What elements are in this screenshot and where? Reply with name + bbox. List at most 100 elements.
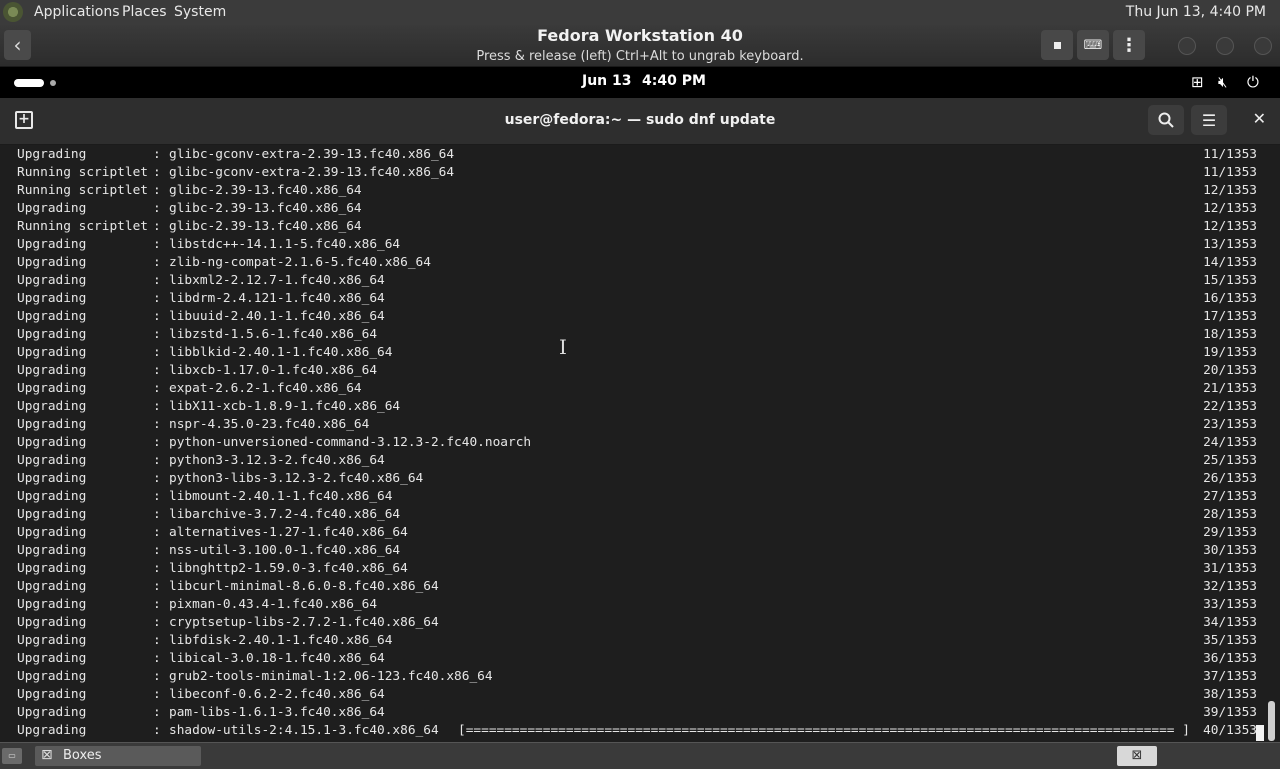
terminal-line: Upgrading: python3-libs-3.12.3-2.fc40.x86…	[17, 470, 1257, 488]
line-package: python3-3.12.3-2.fc40.x86_64	[169, 453, 385, 468]
line-package: libical-3.0.18-1.fc40.x86_64	[169, 651, 385, 666]
taskbar-item-boxes[interactable]: ⊠ Boxes	[35, 746, 201, 766]
system-menu[interactable]: System	[174, 4, 226, 20]
host-clock[interactable]: Thu Jun 13, 4:40 PM	[1126, 4, 1266, 20]
line-package: libnghttp2-1.59.0-3.fc40.x86_64	[169, 561, 408, 576]
line-count: 18/1353	[1203, 327, 1257, 342]
line-package: alternatives-1.27-1.fc40.x86_64	[169, 525, 408, 540]
power-icon[interactable]: ⏻	[1247, 73, 1259, 91]
minimize-button[interactable]	[1178, 37, 1196, 55]
line-separator: :	[153, 705, 161, 720]
terminal-line: Upgrading: shadow-utils-2:4.15.1-3.fc40.x…	[17, 722, 1257, 740]
terminal-output[interactable]: Upgrading: glibc-gconv-extra-2.39-13.fc40…	[0, 145, 1280, 741]
line-separator: :	[153, 183, 161, 198]
line-count: 38/1353	[1203, 687, 1257, 702]
line-action: Upgrading	[17, 435, 87, 450]
workspace-switcher[interactable]: ⊠	[1117, 746, 1157, 766]
line-package: glibc-gconv-extra-2.39-13.fc40.x86_64	[169, 147, 455, 162]
line-package: glibc-gconv-extra-2.39-13.fc40.x86_64	[169, 165, 455, 180]
line-action: Upgrading	[17, 453, 87, 468]
line-action: Upgrading	[17, 561, 87, 576]
line-separator: :	[153, 543, 161, 558]
line-separator: :	[153, 219, 161, 234]
terminal-line: Upgrading: libX11-xcb-1.8.9-1.fc40.x86_64…	[17, 398, 1257, 416]
volume-muted-icon[interactable]: 🔇︎	[1218, 73, 1227, 91]
line-action: Upgrading	[17, 471, 87, 486]
distro-logo-icon[interactable]	[3, 2, 23, 22]
terminal-line: Upgrading: libmount-2.40.1-1.fc40.x86_64 2…	[17, 488, 1257, 506]
activities-indicator[interactable]	[14, 79, 44, 87]
search-icon	[1158, 112, 1174, 128]
maximize-button[interactable]	[1216, 37, 1234, 55]
line-action: Upgrading	[17, 633, 87, 648]
terminal-line: Upgrading: libxcb-1.17.0-1.fc40.x86_64 20/…	[17, 362, 1257, 380]
workspace-dot	[50, 80, 56, 86]
line-action: Upgrading	[17, 345, 87, 360]
line-action: Running scriptlet	[17, 165, 148, 180]
places-menu[interactable]: Places	[122, 4, 167, 20]
terminal-line: Upgrading: libblkid-2.40.1-1.fc40.x86_64 1…	[17, 344, 1257, 362]
hamburger-menu-button[interactable]: ☰	[1191, 105, 1227, 135]
line-separator: :	[153, 381, 161, 396]
vm-menu-button[interactable]: ⋮	[1113, 30, 1145, 60]
terminal-line: Running scriptlet: glibc-2.39-13.fc40.x86…	[17, 182, 1257, 200]
line-package: libfdisk-2.40.1-1.fc40.x86_64	[169, 633, 393, 648]
keyboard-button[interactable]: ⌨	[1077, 30, 1109, 60]
line-action: Upgrading	[17, 615, 87, 630]
network-icon[interactable]: ⊞	[1191, 73, 1204, 91]
line-action: Upgrading	[17, 417, 87, 432]
applications-menu[interactable]: Applications	[34, 4, 120, 20]
line-separator: :	[153, 291, 161, 306]
scrollbar[interactable]	[1268, 701, 1275, 741]
guest-time[interactable]: 4:40 PM	[642, 73, 706, 89]
line-separator: :	[153, 399, 161, 414]
show-desktop-button[interactable]: ▭	[2, 748, 22, 764]
close-window-button[interactable]	[1254, 37, 1272, 55]
stop-button[interactable]	[1041, 30, 1073, 60]
terminal-line: Upgrading: pam-libs-1.6.1-3.fc40.x86_64 39…	[17, 704, 1257, 722]
line-separator: :	[153, 471, 161, 486]
terminal-line: Upgrading: python3-3.12.3-2.fc40.x86_64 25…	[17, 452, 1257, 470]
line-count: 11/1353	[1203, 147, 1257, 162]
line-separator: :	[153, 507, 161, 522]
line-count: 32/1353	[1203, 579, 1257, 594]
line-count: 15/1353	[1203, 273, 1257, 288]
line-count: 37/1353	[1203, 669, 1257, 684]
guest-date[interactable]: Jun 13	[582, 73, 632, 89]
line-separator: :	[153, 273, 161, 288]
search-button[interactable]	[1148, 105, 1184, 135]
line-count: 21/1353	[1203, 381, 1257, 396]
line-action: Upgrading	[17, 525, 87, 540]
line-package: zlib-ng-compat-2.1.6-5.fc40.x86_64	[169, 255, 431, 270]
line-package: expat-2.6.2-1.fc40.x86_64	[169, 381, 362, 396]
line-separator: :	[153, 435, 161, 450]
line-separator: :	[153, 633, 161, 648]
line-package: libxcb-1.17.0-1.fc40.x86_64	[169, 363, 378, 378]
line-package: libzstd-1.5.6-1.fc40.x86_64	[169, 327, 378, 342]
boxes-header-bar: ‹ Fedora Workstation 40 Press & release …	[0, 25, 1280, 67]
line-separator: :	[153, 165, 161, 180]
line-package: glibc-2.39-13.fc40.x86_64	[169, 183, 362, 198]
terminal-line: Upgrading: libeconf-0.6.2-2.fc40.x86_64 38…	[17, 686, 1257, 704]
close-icon[interactable]: ✕	[1253, 109, 1266, 128]
line-count: 12/1353	[1203, 183, 1257, 198]
line-action: Upgrading	[17, 687, 87, 702]
line-package: nss-util-3.100.0-1.fc40.x86_64	[169, 543, 401, 558]
line-action: Upgrading	[17, 237, 87, 252]
terminal-line: Upgrading: nss-util-3.100.0-1.fc40.x86_64…	[17, 542, 1257, 560]
line-count: 34/1353	[1203, 615, 1257, 630]
terminal-line: Upgrading: libcurl-minimal-8.6.0-8.fc40.x…	[17, 578, 1257, 596]
terminal-line: Upgrading: libstdc++-14.1.1-5.fc40.x86_64…	[17, 236, 1257, 254]
line-action: Upgrading	[17, 669, 87, 684]
terminal-header-bar: + user@fedora:~ — sudo dnf update ☰ ✕	[0, 98, 1280, 145]
line-package: glibc-2.39-13.fc40.x86_64	[169, 201, 362, 216]
line-count: 25/1353	[1203, 453, 1257, 468]
keyboard-icon: ⌨	[1083, 37, 1103, 53]
line-count: 26/1353	[1203, 471, 1257, 486]
line-action: Running scriptlet	[17, 219, 148, 234]
line-count: 13/1353	[1203, 237, 1257, 252]
line-action: Upgrading	[17, 201, 87, 216]
line-action: Upgrading	[17, 543, 87, 558]
line-count: 22/1353	[1203, 399, 1257, 414]
line-package: libarchive-3.7.2-4.fc40.x86_64	[169, 507, 401, 522]
